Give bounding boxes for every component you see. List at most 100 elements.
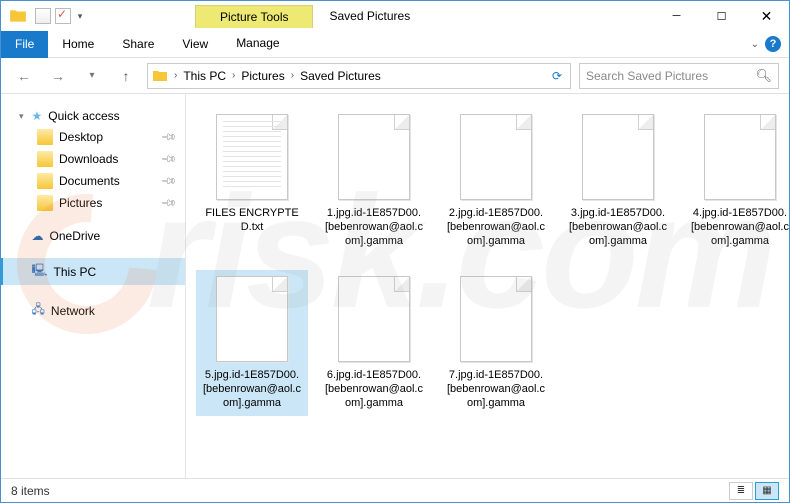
desktop-icon bbox=[37, 129, 53, 145]
file-item[interactable]: 1.jpg.id-1E857D00.[bebenrowan@aol.com].g… bbox=[318, 108, 430, 254]
chevron-down-icon[interactable]: ▾ bbox=[19, 111, 24, 122]
status-text: 8 items bbox=[11, 484, 50, 498]
qat-dropdown-icon[interactable] bbox=[75, 8, 85, 24]
view-large-icons-button[interactable]: ▦ bbox=[755, 482, 779, 500]
chevron-right-icon[interactable]: › bbox=[289, 70, 296, 81]
file-item[interactable]: FILES ENCRYPTED.txt bbox=[196, 108, 308, 254]
file-name: 1.jpg.id-1E857D00.[bebenrowan@aol.com].g… bbox=[324, 206, 424, 248]
contextual-tab-header: Picture Tools bbox=[195, 5, 313, 28]
breadcrumb-pictures[interactable]: Pictures bbox=[241, 69, 284, 83]
maximize-button[interactable]: ☐ bbox=[699, 2, 744, 31]
file-item[interactable]: 7.jpg.id-1E857D00.[bebenrowan@aol.com].g… bbox=[440, 270, 552, 416]
sidebar-item-label: Quick access bbox=[48, 109, 119, 123]
search-icon[interactable]: 🔍︎ bbox=[755, 68, 772, 84]
pin-icon: 📌︎ bbox=[160, 173, 177, 190]
tab-view[interactable]: View bbox=[168, 31, 222, 58]
explorer-window: Picture Tools Saved Pictures ─ ☐ ✕ File … bbox=[0, 0, 790, 503]
file-name: 4.jpg.id-1E857D00.[bebenrowan@aol.com].g… bbox=[690, 206, 789, 248]
qat-area bbox=[1, 7, 85, 25]
thispc-icon: 🖳 bbox=[32, 261, 48, 282]
window-title: Saved Pictures bbox=[329, 9, 410, 23]
chevron-right-icon[interactable]: › bbox=[230, 70, 237, 81]
titlebar: Picture Tools Saved Pictures ─ ☐ ✕ bbox=[1, 1, 789, 31]
textfile-icon bbox=[216, 114, 288, 200]
pin-icon: 📌︎ bbox=[160, 151, 177, 168]
expand-ribbon-icon[interactable]: ⌄ bbox=[751, 39, 759, 50]
up-button[interactable]: ↑ bbox=[113, 63, 139, 89]
file-name: 3.jpg.id-1E857D00.[bebenrowan@aol.com].g… bbox=[568, 206, 668, 248]
sidebar-item-downloads[interactable]: Downloads 📌︎ bbox=[1, 148, 185, 170]
refresh-icon[interactable]: ⟳ bbox=[552, 69, 566, 83]
file-item[interactable]: 4.jpg.id-1E857D00.[bebenrowan@aol.com].g… bbox=[684, 108, 789, 254]
file-icon bbox=[582, 114, 654, 200]
sidebar-item-label: Desktop bbox=[59, 130, 103, 144]
sidebar-item-onedrive[interactable]: ▸ ☁ OneDrive bbox=[1, 226, 185, 246]
navbar: ← → ▾ ↑ › This PC › Pictures › Saved Pic… bbox=[1, 58, 789, 94]
minimize-button[interactable]: ─ bbox=[654, 2, 699, 31]
forward-button[interactable]: → bbox=[45, 63, 71, 89]
sidebar-item-quickaccess[interactable]: ▾ ★ Quick access bbox=[1, 106, 185, 126]
tab-file[interactable]: File bbox=[1, 31, 48, 58]
quick-access-group: ▾ ★ Quick access Desktop 📌︎ Downloads 📌︎ bbox=[1, 106, 185, 214]
file-name: 5.jpg.id-1E857D00.[bebenrowan@aol.com].g… bbox=[202, 368, 302, 410]
file-name: 2.jpg.id-1E857D00.[bebenrowan@aol.com].g… bbox=[446, 206, 546, 248]
qat-properties-icon[interactable] bbox=[35, 8, 51, 24]
file-name: FILES ENCRYPTED.txt bbox=[202, 206, 302, 234]
recent-dropdown-icon[interactable]: ▾ bbox=[79, 63, 105, 89]
breadcrumb-thispc[interactable]: This PC bbox=[183, 69, 226, 83]
file-grid: FILES ENCRYPTED.txt 1.jpg.id-1E857D00.[be… bbox=[196, 108, 779, 416]
context-tool-label: Picture Tools bbox=[195, 5, 313, 28]
help-icon[interactable]: ? bbox=[765, 36, 781, 52]
sidebar-item-network[interactable]: ▸ 🖧 Network bbox=[1, 297, 185, 324]
ribbon-right-controls: ⌄ ? bbox=[751, 36, 781, 52]
file-icon bbox=[704, 114, 776, 200]
sidebar-item-label: Documents bbox=[59, 174, 120, 188]
view-toggles: ≣ ▦ bbox=[729, 482, 779, 500]
tab-share[interactable]: Share bbox=[108, 31, 168, 58]
file-icon bbox=[338, 114, 410, 200]
file-view[interactable]: FILES ENCRYPTED.txt 1.jpg.id-1E857D00.[be… bbox=[186, 94, 789, 478]
sidebar-item-label: OneDrive bbox=[50, 229, 101, 243]
tab-home[interactable]: Home bbox=[48, 31, 108, 58]
network-icon: 🖧 bbox=[32, 300, 45, 321]
thispc-group: ▸ 🖳 This PC bbox=[1, 258, 185, 285]
file-item[interactable]: 2.jpg.id-1E857D00.[bebenrowan@aol.com].g… bbox=[440, 108, 552, 254]
folder-icon bbox=[9, 7, 27, 25]
view-details-button[interactable]: ≣ bbox=[729, 482, 753, 500]
search-input[interactable]: Search Saved Pictures 🔍︎ bbox=[579, 63, 779, 89]
sidebar-item-desktop[interactable]: Desktop 📌︎ bbox=[1, 126, 185, 148]
pictures-icon bbox=[37, 195, 53, 211]
close-button[interactable]: ✕ bbox=[744, 2, 789, 31]
back-button[interactable]: ← bbox=[11, 63, 37, 89]
ribbon: File Home Share View Manage ⌄ ? bbox=[1, 31, 789, 58]
qat-check-icon[interactable] bbox=[55, 8, 71, 24]
pin-icon: 📌︎ bbox=[160, 195, 177, 212]
network-group: ▸ 🖧 Network bbox=[1, 297, 185, 324]
file-item[interactable]: 6.jpg.id-1E857D00.[bebenrowan@aol.com].g… bbox=[318, 270, 430, 416]
sidebar-item-pictures[interactable]: Pictures 📌︎ bbox=[1, 192, 185, 214]
file-name: 7.jpg.id-1E857D00.[bebenrowan@aol.com].g… bbox=[446, 368, 546, 410]
documents-icon bbox=[37, 173, 53, 189]
breadcrumb-savedpictures[interactable]: Saved Pictures bbox=[300, 69, 381, 83]
navigation-pane: ▾ ★ Quick access Desktop 📌︎ Downloads 📌︎ bbox=[1, 94, 186, 478]
tab-manage[interactable]: Manage bbox=[222, 30, 293, 59]
search-placeholder: Search Saved Pictures bbox=[586, 69, 708, 83]
star-icon: ★ bbox=[32, 109, 43, 123]
chevron-right-icon[interactable]: › bbox=[172, 70, 179, 81]
sidebar-item-documents[interactable]: Documents 📌︎ bbox=[1, 170, 185, 192]
onedrive-group: ▸ ☁ OneDrive bbox=[1, 226, 185, 246]
window-controls: ─ ☐ ✕ bbox=[654, 2, 789, 31]
sidebar-item-thispc[interactable]: ▸ 🖳 This PC bbox=[1, 258, 185, 285]
sidebar-item-label: Downloads bbox=[59, 152, 118, 166]
file-item[interactable]: 5.jpg.id-1E857D00.[bebenrowan@aol.com].g… bbox=[196, 270, 308, 416]
file-name: 6.jpg.id-1E857D00.[bebenrowan@aol.com].g… bbox=[324, 368, 424, 410]
file-icon bbox=[460, 276, 532, 362]
breadcrumb[interactable]: › This PC › Pictures › Saved Pictures ⟳ bbox=[147, 63, 571, 89]
sidebar-item-label: This PC bbox=[54, 265, 97, 279]
quick-access-toolbar bbox=[29, 8, 85, 24]
sidebar-item-label: Network bbox=[51, 304, 95, 318]
file-item[interactable]: 3.jpg.id-1E857D00.[bebenrowan@aol.com].g… bbox=[562, 108, 674, 254]
sidebar-item-label: Pictures bbox=[59, 196, 102, 210]
pin-icon: 📌︎ bbox=[160, 129, 177, 146]
body: ▾ ★ Quick access Desktop 📌︎ Downloads 📌︎ bbox=[1, 94, 789, 478]
